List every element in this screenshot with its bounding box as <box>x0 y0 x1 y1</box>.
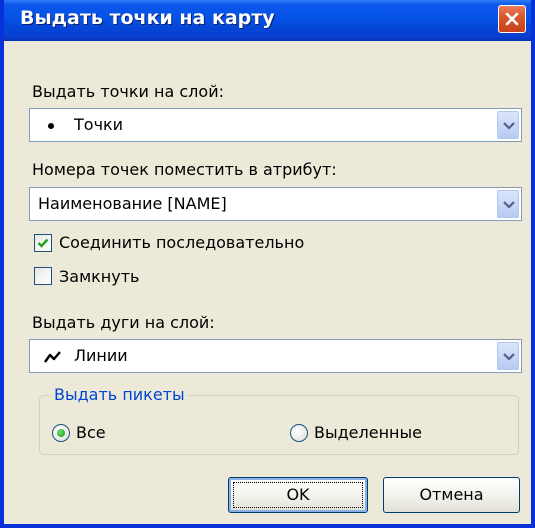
attribute-value: Наименование [NAME] <box>38 194 227 213</box>
chevron-down-icon <box>503 201 515 209</box>
point-bullet-icon <box>48 123 54 129</box>
close-loop-checkbox[interactable] <box>34 267 52 285</box>
points-layer-combo[interactable]: Точки <box>29 108 522 142</box>
radio-all-label[interactable]: Все <box>76 423 106 442</box>
attribute-combo[interactable]: Наименование [NAME] <box>29 187 522 221</box>
title-bar[interactable]: Выдать точки на карту <box>4 0 531 41</box>
radio-selected-dot <box>57 429 65 437</box>
window-title: Выдать точки на карту <box>20 7 275 29</box>
points-layer-dropdown-button[interactable] <box>497 111 519 139</box>
chevron-down-icon <box>503 122 515 130</box>
ok-button[interactable]: OK <box>228 477 368 513</box>
close-button[interactable] <box>498 5 526 33</box>
attribute-label: Номера точек поместить в атрибут: <box>32 160 337 179</box>
arcs-layer-combo[interactable]: Линии <box>29 339 522 373</box>
radio-all[interactable] <box>52 424 70 442</box>
pickets-groupbox <box>39 395 519 455</box>
dialog-window: Выдать точки на карту Выдать точки на сл… <box>0 0 535 528</box>
cancel-button[interactable]: Отмена <box>383 477 520 513</box>
connect-checkbox[interactable] <box>34 234 52 252</box>
connect-label[interactable]: Соединить последовательно <box>59 233 304 252</box>
radio-selected-only-label[interactable]: Выделенные <box>314 423 422 442</box>
pickets-group-title: Выдать пикеты <box>50 385 189 404</box>
points-layer-value: Точки <box>74 115 124 134</box>
radio-selected-only[interactable] <box>290 424 308 442</box>
attribute-dropdown-button[interactable] <box>497 190 519 218</box>
cancel-button-label: Отмена <box>419 485 484 504</box>
arcs-layer-dropdown-button[interactable] <box>497 342 519 370</box>
chevron-down-icon <box>503 353 515 361</box>
arcs-layer-label: Выдать дуги на слой: <box>32 313 215 332</box>
arcs-layer-value: Линии <box>74 346 128 365</box>
polyline-icon <box>44 351 61 363</box>
close-loop-label[interactable]: Замкнуть <box>59 267 139 286</box>
close-icon <box>505 12 519 26</box>
checkmark-icon <box>37 238 49 248</box>
points-layer-label: Выдать точки на слой: <box>32 82 224 101</box>
focus-rectangle <box>233 482 363 508</box>
